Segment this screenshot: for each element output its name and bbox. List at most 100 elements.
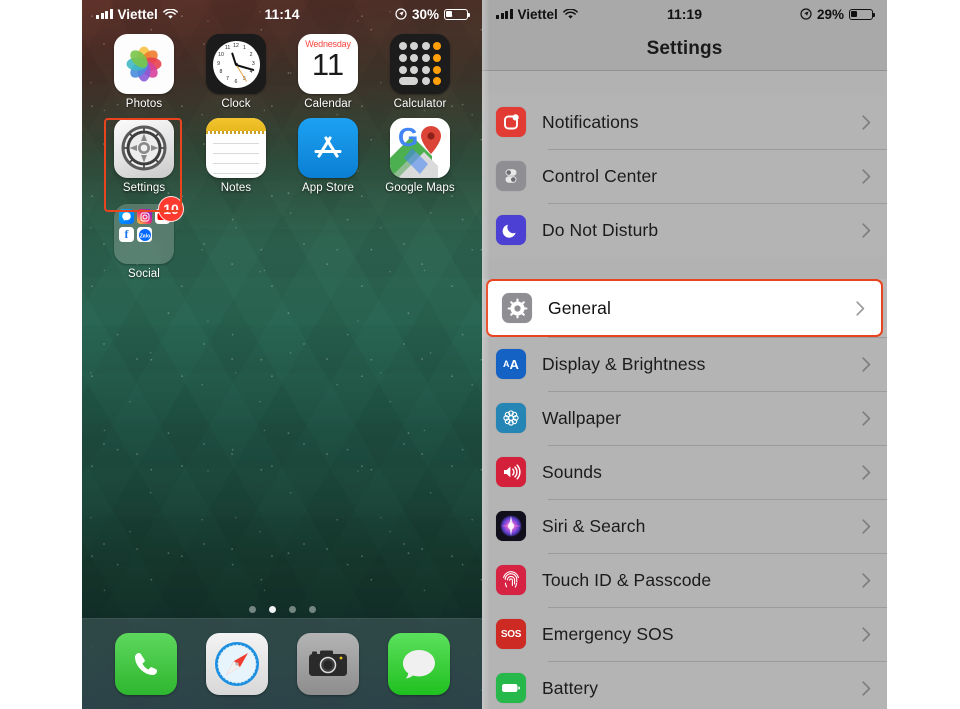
chevron-right-icon	[862, 626, 871, 642]
folder-social[interactable]: f Zalo 10 Social	[98, 196, 190, 280]
facebook-icon: f	[119, 227, 134, 242]
wallpaper-icon	[496, 403, 526, 433]
control-center-icon	[496, 161, 526, 191]
settings-row-notifications[interactable]: Notifications	[482, 95, 887, 149]
status-bar-right-group: 29%	[800, 6, 876, 22]
safari-app-icon[interactable]	[205, 633, 268, 695]
siri-search-icon	[496, 511, 526, 541]
messenger-icon	[119, 209, 134, 224]
settings-app-icon	[114, 118, 174, 178]
chevron-right-icon	[862, 680, 871, 696]
app-clock[interactable]: 12 1 2 3 4 5 6 7 8 9 10 11	[190, 34, 282, 110]
settings-row-label: Notifications	[542, 111, 639, 132]
zalo-icon: Zalo	[137, 227, 152, 242]
battery-icon	[849, 8, 876, 20]
settings-row-battery[interactable]: Battery	[482, 661, 887, 709]
page-dot[interactable]	[248, 606, 256, 613]
cellular-signal-icon	[96, 9, 113, 19]
gear-glyph	[121, 125, 167, 171]
sounds-icon	[496, 457, 526, 487]
battery-percent-label: 29%	[816, 6, 844, 22]
settings-row-wallpaper[interactable]: Wallpaper	[482, 391, 887, 445]
location-services-icon	[800, 8, 812, 20]
app-settings[interactable]: Settings	[98, 118, 190, 194]
page-dot-active[interactable]	[268, 606, 276, 613]
settings-group-1: Notifications Control Center Do Not Dist…	[482, 95, 887, 257]
calendar-app-icon: Wednesday 11	[298, 34, 358, 94]
app-notes[interactable]: Notes	[190, 118, 282, 194]
calculator-app-icon	[390, 34, 450, 94]
svg-text:Zalo: Zalo	[139, 233, 149, 239]
page-indicator-dots[interactable]	[82, 606, 482, 613]
status-bar-left-group: Viettel	[96, 7, 178, 22]
app-label: Google Maps	[385, 182, 455, 194]
home-screen-app-grid: Photos 12 1 2 3 4 5 6 7 8 9 10	[82, 28, 482, 280]
camera-app-icon[interactable]	[296, 633, 359, 695]
battery-settings-icon	[496, 673, 526, 703]
settings-row-touch-id-passcode[interactable]: Touch ID & Passcode	[482, 553, 887, 607]
instagram-icon	[137, 209, 152, 224]
iphone-home-screen: Viettel 11:14 30% Photos 12 1 2 3 4 6 7 …	[82, 0, 482, 709]
google-maps-glyph: G	[390, 118, 450, 178]
settings-row-siri-search[interactable]: Siri & Search	[482, 499, 887, 553]
settings-row-general[interactable]: General	[486, 279, 883, 337]
settings-row-display-brightness[interactable]: AA Display & Brightness	[482, 337, 887, 391]
messages-app-icon[interactable]	[387, 633, 450, 695]
status-bar-right: Viettel 11:19 29%	[482, 0, 887, 28]
sos-glyph: SOS	[500, 628, 522, 640]
emergency-sos-icon: SOS	[496, 619, 526, 649]
settings-row-label: General	[548, 297, 611, 318]
settings-row-control-center[interactable]: Control Center	[482, 149, 887, 203]
app-photos[interactable]: Photos	[98, 34, 190, 110]
battery-percent-label: 30%	[411, 6, 439, 22]
touch-id-icon	[496, 565, 526, 595]
app-label: App Store	[301, 182, 355, 194]
notifications-icon	[496, 107, 526, 137]
settings-row-label: Battery	[542, 677, 599, 698]
app-label: Photos	[125, 98, 163, 110]
general-gear-icon	[502, 293, 532, 323]
section-gap	[482, 71, 887, 95]
chevron-right-icon	[862, 464, 871, 480]
location-services-icon	[395, 8, 407, 20]
app-label: Settings	[122, 182, 166, 194]
wifi-icon	[562, 8, 578, 20]
folder-badge-count: 10	[158, 196, 184, 222]
chevron-right-icon	[862, 356, 871, 372]
app-google-maps[interactable]: G Google Maps	[374, 118, 466, 194]
section-gap-2	[482, 257, 887, 279]
clock-face: 12 1 2 3 4 5 6 7 8 9 10 11	[212, 40, 260, 88]
calendar-day-number: 11	[311, 47, 345, 82]
app-calculator[interactable]: Calculator	[374, 34, 466, 110]
settings-row-do-not-disturb[interactable]: Do Not Disturb	[482, 203, 887, 257]
wifi-icon	[162, 8, 178, 20]
settings-row-label: Do Not Disturb	[542, 219, 659, 240]
app-app-store[interactable]: App Store	[282, 118, 374, 194]
settings-row-label: Sounds	[542, 461, 602, 482]
settings-row-label: Siri & Search	[542, 515, 646, 536]
iphone-settings-screen: Viettel 11:19 29% Settings Notifications…	[482, 0, 887, 709]
app-label: Notes	[220, 182, 252, 194]
cellular-signal-icon	[496, 9, 513, 19]
page-dot[interactable]	[288, 606, 296, 613]
settings-row-emergency-sos[interactable]: SOS Emergency SOS	[482, 607, 887, 661]
settings-row-sounds[interactable]: Sounds	[482, 445, 887, 499]
phone-app-icon[interactable]	[114, 633, 177, 695]
chevron-right-icon	[862, 572, 871, 588]
settings-row-label: Emergency SOS	[542, 623, 674, 644]
chevron-right-icon	[862, 168, 871, 184]
app-label: Calculator	[393, 98, 447, 110]
display-brightness-icon: AA	[496, 349, 526, 379]
app-calendar[interactable]: Wednesday 11 Calendar	[282, 34, 374, 110]
screenshot-root: Viettel 11:14 30% Photos 12 1 2 3 4 6 7 …	[0, 0, 960, 709]
status-bar-left-group: Viettel	[496, 7, 578, 22]
settings-row-label: Display & Brightness	[542, 353, 706, 374]
carrier-label: Viettel	[517, 6, 558, 22]
chevron-right-icon	[862, 410, 871, 426]
status-bar-left: Viettel 11:14 30%	[82, 0, 482, 28]
chevron-right-icon	[862, 518, 871, 534]
page-dot[interactable]	[308, 606, 316, 613]
svg-text:G: G	[398, 122, 418, 152]
app-label: Clock	[221, 98, 251, 110]
carrier-label: Viettel	[117, 6, 158, 22]
